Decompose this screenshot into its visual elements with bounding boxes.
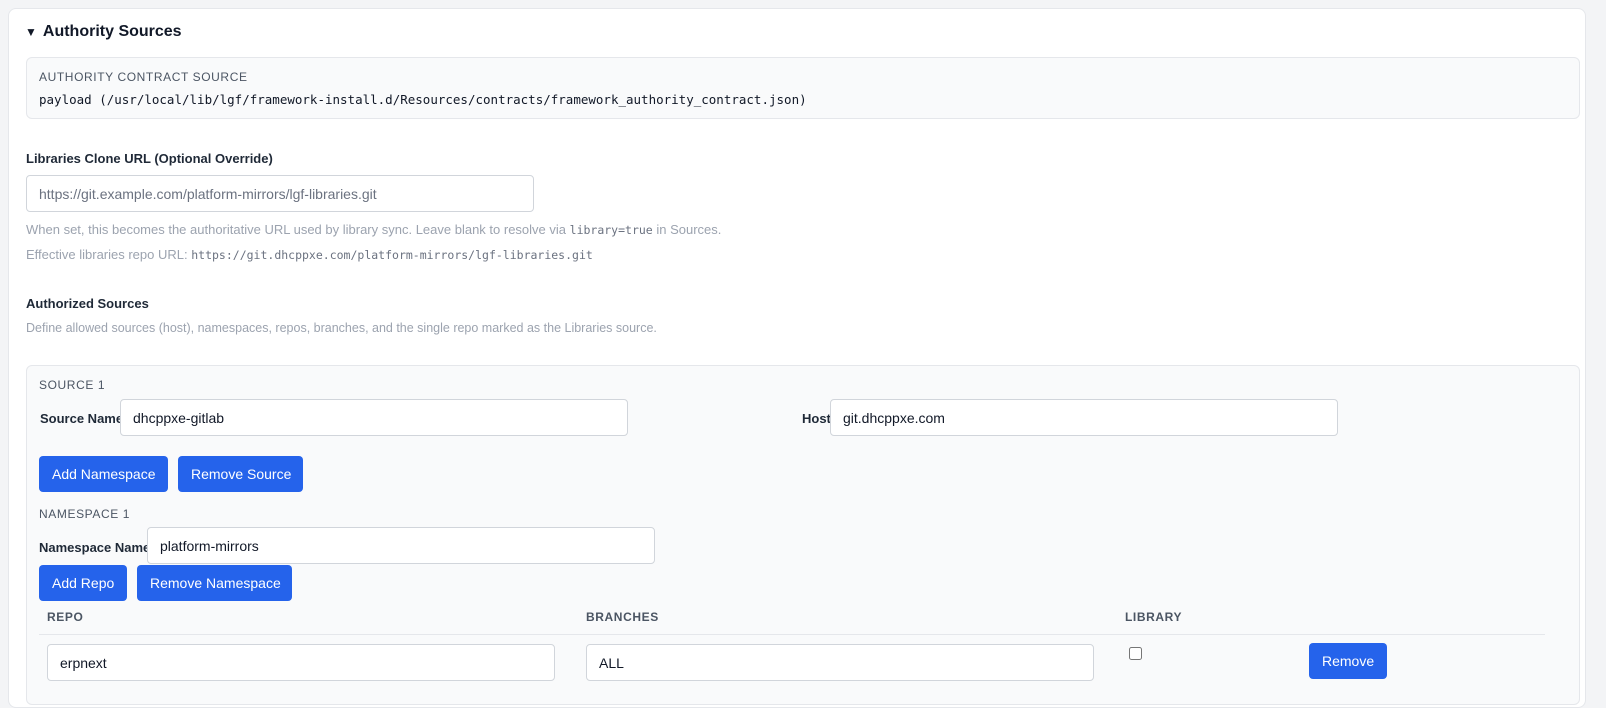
libraries-help-suffix: in Sources.	[656, 222, 722, 237]
namespace-heading: NAMESPACE 1	[39, 507, 131, 521]
table-header-divider	[39, 634, 1545, 635]
section-title: Authority Sources	[42, 23, 182, 40]
contract-source-label: AUTHORITY CONTRACT SOURCE	[39, 70, 248, 84]
contract-source-box: AUTHORITY CONTRACT SOURCE payload (/usr/…	[26, 57, 1580, 119]
namespace-name-label: Namespace Name	[39, 540, 151, 555]
effective-url-label: Effective libraries repo URL:	[26, 247, 188, 262]
remove-namespace-button[interactable]: Remove Namespace	[137, 565, 292, 601]
libraries-url-label: Libraries Clone URL (Optional Override)	[26, 151, 273, 166]
effective-libraries-url: Effective libraries repo URL: https://gi…	[26, 247, 593, 262]
remove-repo-button[interactable]: Remove	[1309, 643, 1387, 679]
source-heading: SOURCE 1	[39, 378, 106, 392]
libraries-url-help: When set, this becomes the authoritative…	[26, 222, 721, 237]
authorized-sources-title: Authorized Sources	[26, 296, 149, 311]
host-input[interactable]	[830, 399, 1338, 436]
column-header-library: LIBRARY	[1125, 610, 1183, 624]
host-label: Host	[802, 411, 831, 426]
add-repo-button[interactable]: Add Repo	[39, 565, 127, 601]
source-name-label: Source Name	[40, 411, 124, 426]
column-header-branches: BRANCHES	[586, 610, 659, 624]
libraries-help-code: library=true	[569, 223, 653, 237]
repo-name-input[interactable]	[47, 644, 555, 681]
source-card: SOURCE 1 Source Name Host Add Namespace …	[26, 365, 1580, 705]
column-header-repo: REPO	[47, 610, 84, 624]
authority-sources-panel: ▼ Authority Sources AUTHORITY CONTRACT S…	[8, 8, 1586, 708]
caret-down-icon: ▼	[25, 25, 37, 39]
libraries-help-prefix: When set, this becomes the authoritative…	[26, 222, 567, 237]
namespace-name-input[interactable]	[147, 527, 655, 564]
branches-input[interactable]	[586, 644, 1094, 681]
source-name-input[interactable]	[120, 399, 628, 436]
contract-source-path: payload (/usr/local/lib/lgf/framework-in…	[39, 92, 807, 107]
libraries-url-input[interactable]	[26, 175, 534, 212]
effective-url-value: https://git.dhcppxe.com/platform-mirrors…	[191, 248, 593, 262]
add-namespace-button[interactable]: Add Namespace	[39, 456, 168, 492]
library-checkbox[interactable]	[1129, 647, 1142, 660]
authority-sources-toggle[interactable]: ▼ Authority Sources	[25, 23, 182, 41]
authorized-sources-description: Define allowed sources (host), namespace…	[26, 321, 657, 335]
remove-source-button[interactable]: Remove Source	[178, 456, 303, 492]
